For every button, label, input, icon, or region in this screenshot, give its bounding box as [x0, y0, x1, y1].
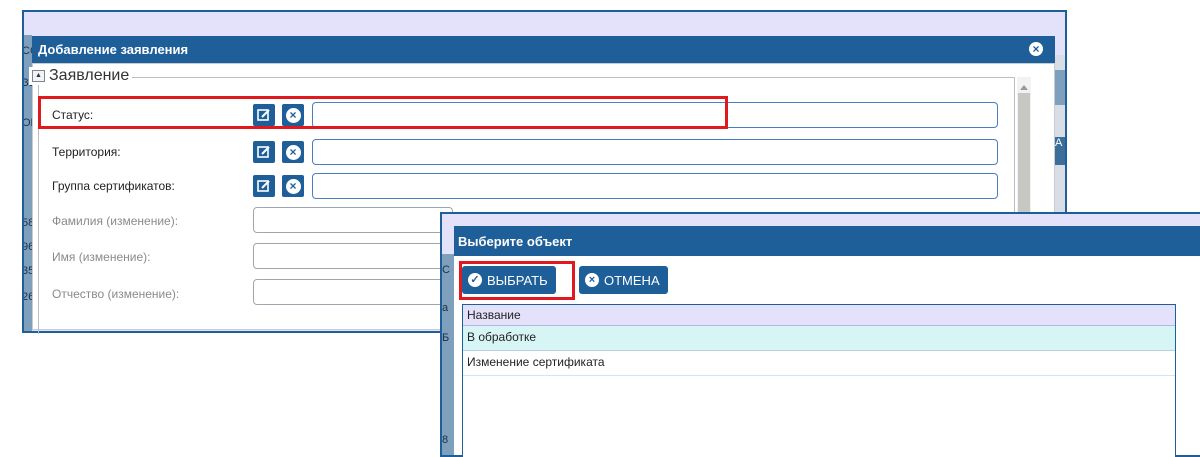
bg-fragment: СС — [22, 45, 32, 57]
objects-table: Название В обработке Изменение сертифика… — [462, 304, 1176, 457]
bg-fragment: Б — [442, 332, 450, 344]
section-title: Заявление — [49, 67, 130, 84]
dialog-title: Добавление заявления — [38, 42, 189, 57]
background-left-strip: С а Б 8 — [442, 254, 454, 455]
patronymic-input[interactable] — [253, 279, 453, 305]
edit-icon[interactable] — [253, 175, 275, 197]
table-row[interactable]: Изменение сертификата — [463, 351, 1175, 376]
collapse-icon[interactable]: ▲ — [32, 70, 45, 82]
bg-fragment: а — [442, 302, 449, 314]
clear-icon: × — [585, 273, 599, 287]
clear-icon[interactable]: × — [282, 141, 304, 163]
cert-group-input[interactable] — [312, 173, 998, 199]
bg-fragment: 26 — [22, 291, 32, 303]
close-icon[interactable]: × — [1029, 42, 1043, 56]
table-header[interactable]: Название — [463, 305, 1175, 326]
highlight-frame — [459, 261, 575, 300]
bg-fragment: 8 — [442, 434, 449, 446]
field-label: Отчество (изменение): — [52, 287, 180, 301]
bg-fragment: 58 — [22, 217, 32, 229]
dialog-title-bar[interactable]: Добавление заявления × — [32, 36, 1055, 63]
bg-fragment: 35 — [22, 265, 32, 277]
bg-fragment: С — [442, 264, 450, 276]
firstname-input[interactable] — [253, 243, 453, 269]
section-legend[interactable]: ▲ Заявление — [29, 67, 133, 85]
territory-input[interactable] — [312, 139, 998, 165]
field-label: Территория: — [52, 145, 121, 159]
edit-icon[interactable] — [253, 141, 275, 163]
bg-fragment: ОБ — [22, 117, 32, 129]
field-label: Группа сертификатов: — [52, 179, 175, 193]
dialog-title-bar[interactable]: Выберите объект — [454, 226, 1200, 256]
clear-icon[interactable]: × — [282, 175, 304, 197]
bg-fragment: 96 — [22, 241, 32, 253]
highlight-frame — [38, 96, 728, 129]
column-header-name: Название — [467, 308, 521, 322]
lastname-input[interactable] — [253, 207, 453, 233]
table-cell: Изменение сертификата — [467, 355, 605, 369]
field-label: Фамилия (изменение): — [52, 214, 179, 228]
scroll-up-icon[interactable] — [1020, 85, 1028, 90]
cancel-button[interactable]: × ОТМЕНА — [579, 266, 668, 294]
field-label: Имя (изменение): — [52, 250, 151, 264]
dialog-title: Выберите объект — [458, 234, 573, 249]
table-row[interactable]: В обработке — [463, 326, 1175, 351]
table-cell: В обработке — [467, 330, 537, 344]
cancel-button-label: ОТМЕНА — [604, 272, 660, 288]
bg-fragment: А — [1055, 137, 1065, 165]
